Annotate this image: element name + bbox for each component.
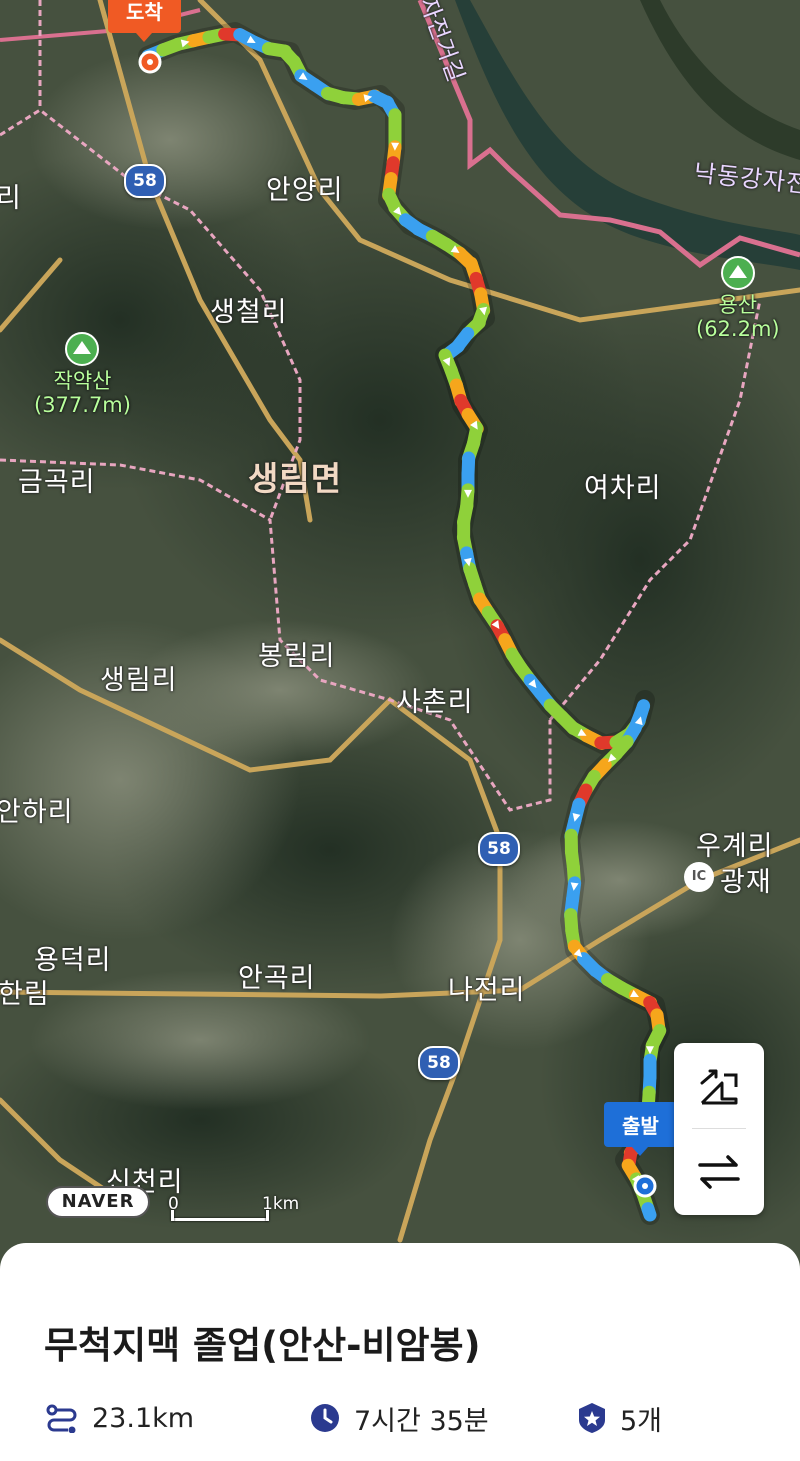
place-label: 한림 bbox=[0, 979, 50, 1010]
course-info-sheet[interactable]: 무척지맥 졸업(안산-비암봉) 23.1km 7시간 35분 5개 bbox=[0, 1243, 800, 1461]
highway-58-shield: 58 bbox=[124, 164, 166, 198]
distance-icon bbox=[46, 1404, 77, 1433]
place-label: 사촌리 bbox=[396, 687, 474, 718]
mountain-icon bbox=[65, 332, 100, 366]
route-edit-icon bbox=[700, 1069, 738, 1105]
waypoints-value: 5개 bbox=[620, 1405, 663, 1437]
map-controls bbox=[674, 1043, 764, 1215]
route-edit-button[interactable] bbox=[674, 1043, 764, 1129]
duration-value: 7시간 35분 bbox=[354, 1405, 489, 1437]
place-label: 우계리 bbox=[696, 831, 774, 862]
map-view[interactable]: 리 안양리 생철리 금곡리 생림면 여차리 봉림리 생림리 사촌리 안하리 우계… bbox=[0, 0, 800, 1280]
place-label: 안하리 bbox=[0, 797, 74, 828]
mountain-marker[interactable]: 용산 (62.2m) bbox=[696, 256, 780, 341]
departure-dot-icon bbox=[633, 1174, 657, 1198]
swap-direction-icon bbox=[698, 1155, 740, 1189]
mountain-elevation: (377.7m) bbox=[34, 393, 131, 417]
place-label: 생림리 bbox=[100, 665, 178, 696]
duration-stat: 7시간 35분 bbox=[310, 1401, 489, 1437]
distance-value: 23.1km bbox=[92, 1402, 195, 1434]
arrival-dot-icon bbox=[138, 50, 162, 74]
distance-stat: 23.1km bbox=[46, 1401, 194, 1435]
clock-icon bbox=[311, 1404, 339, 1432]
place-label: 나전리 bbox=[448, 975, 526, 1006]
mountain-elevation: (62.2m) bbox=[696, 317, 780, 341]
course-title: 무척지맥 졸업(안산-비암봉) bbox=[44, 1324, 481, 1367]
place-label: 생철리 bbox=[210, 297, 288, 328]
badge-icon bbox=[579, 1403, 605, 1433]
place-label: 봉림리 bbox=[258, 641, 336, 672]
interchange-badge: IC bbox=[684, 862, 714, 892]
waypoints-stat: 5개 bbox=[578, 1401, 663, 1437]
highway-58-shield: 58 bbox=[478, 832, 520, 866]
highway-58-shield: 58 bbox=[418, 1046, 460, 1080]
departure-pin[interactable]: 출발 bbox=[604, 1102, 677, 1156]
place-label: 여차리 bbox=[584, 473, 662, 504]
swap-direction-button[interactable] bbox=[674, 1129, 764, 1215]
place-label: 금곡리 bbox=[18, 467, 96, 498]
place-label: 안곡리 bbox=[238, 963, 316, 994]
scale-bar: 0 1km bbox=[168, 1194, 308, 1226]
route-segment bbox=[641, 1202, 657, 1222]
mountain-name: 용산 bbox=[718, 293, 758, 317]
mountain-marker[interactable]: 작약산 (377.7m) bbox=[34, 332, 131, 417]
arrival-pin[interactable]: 도착 bbox=[108, 0, 181, 42]
place-label: 생림면 bbox=[248, 459, 343, 498]
place-label: 광재 bbox=[720, 867, 772, 898]
naver-logo: NAVER bbox=[46, 1186, 150, 1218]
mountain-icon bbox=[720, 256, 755, 290]
place-label: 안양리 bbox=[266, 175, 344, 206]
place-label: 리 bbox=[0, 183, 22, 214]
mountain-name: 작약산 bbox=[53, 369, 112, 393]
